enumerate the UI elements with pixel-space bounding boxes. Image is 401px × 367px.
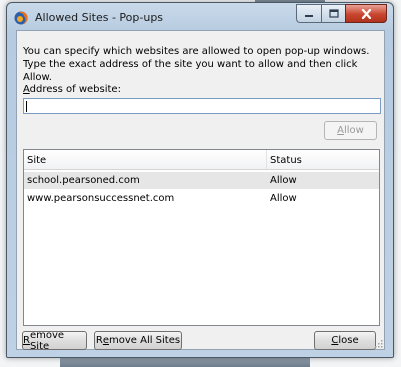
allow-label: llow: [343, 125, 364, 136]
sites-list[interactable]: Site Status school.pearsoned.com Allow w…: [23, 149, 380, 326]
list-row[interactable]: school.pearsoned.com Allow: [24, 172, 379, 189]
allowed-sites-dialog: Allowed Sites - Pop-ups You can specify: [6, 2, 394, 358]
close-icon: [361, 8, 371, 19]
row-status: Allow: [270, 175, 297, 186]
remove-all-pre: R: [95, 335, 103, 346]
remove-site-button[interactable]: Remove Site: [22, 329, 87, 352]
remove-site-accel: R: [23, 335, 30, 346]
title-bar[interactable]: Allowed Sites - Pop-ups: [7, 3, 393, 29]
address-input[interactable]: [23, 98, 381, 114]
close-accel: C: [331, 335, 339, 346]
allow-button[interactable]: Allow: [324, 121, 377, 140]
remove-all-label: move All Sites: [109, 335, 181, 346]
window-title: Allowed Sites - Pop-ups: [35, 11, 164, 24]
text-caret: [26, 101, 27, 112]
intro-text: You can specify which websites are allow…: [23, 46, 370, 83]
column-separator[interactable]: [266, 150, 267, 169]
list-row[interactable]: www.pearsonsuccessnet.com Allow: [24, 190, 379, 207]
resize-grip-icon[interactable]: [375, 340, 383, 348]
address-label-accel: A: [23, 84, 30, 95]
minimize-button[interactable]: [296, 4, 321, 23]
firefox-icon: [14, 10, 28, 25]
maximize-button[interactable]: [321, 4, 345, 23]
remove-all-sites-button[interactable]: Re move All Sites: [94, 331, 182, 350]
column-header-status[interactable]: Status: [270, 155, 302, 166]
address-label-rest: ddress of website:: [29, 84, 121, 95]
row-status: Allow: [270, 193, 297, 204]
list-header: Site Status: [24, 150, 379, 170]
allow-accel: A: [337, 125, 344, 136]
address-label: Address of website:: [23, 84, 121, 95]
close-button[interactable]: Close: [314, 331, 376, 350]
close-window-button[interactable]: [345, 4, 387, 23]
remove-site-label: emove Site: [29, 329, 65, 352]
column-header-site[interactable]: Site: [27, 155, 46, 166]
minimize-icon: [305, 14, 313, 17]
row-site: www.pearsonsuccessnet.com: [27, 193, 175, 204]
maximize-icon: [328, 9, 339, 18]
close-label: lose: [338, 335, 359, 346]
row-site: school.pearsoned.com: [27, 175, 140, 186]
dialog-content: You can specify which websites are allow…: [16, 30, 385, 352]
caption-buttons: [296, 4, 387, 23]
